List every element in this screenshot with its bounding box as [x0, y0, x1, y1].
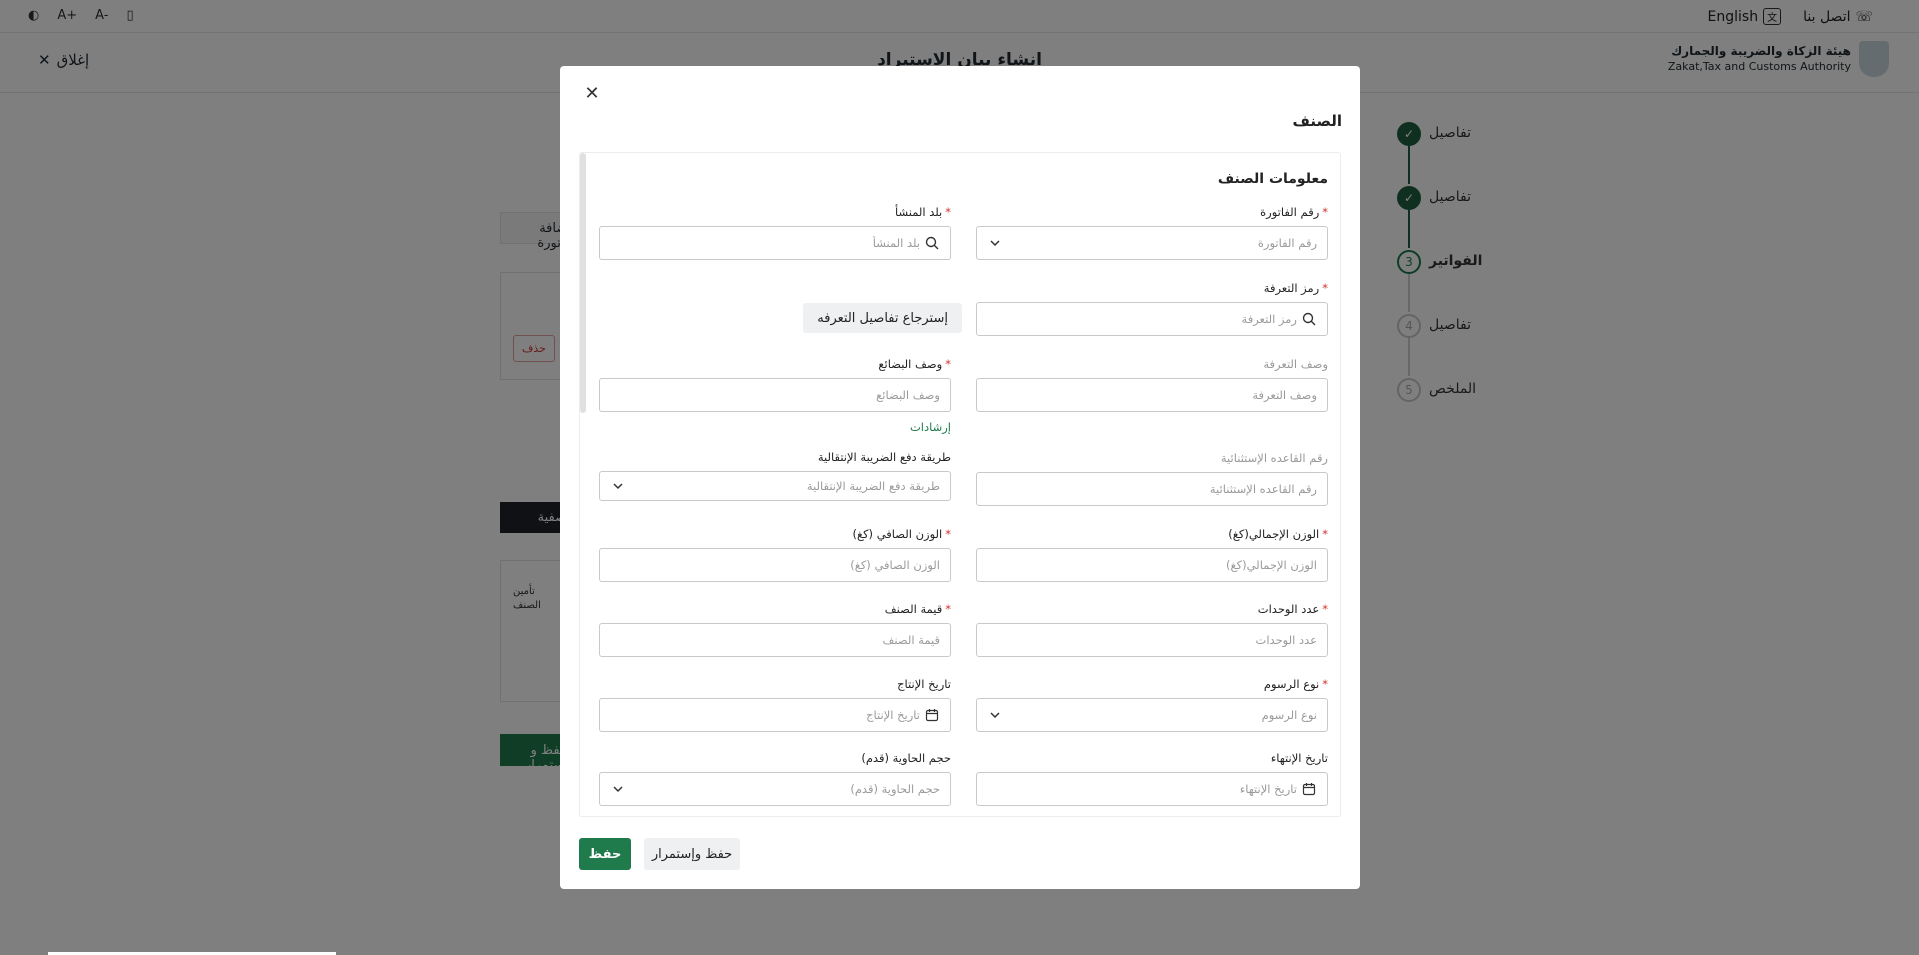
container-size-select[interactable]: حجم الحاوية (قدم) — [599, 772, 951, 806]
item-value-input[interactable]: قيمة الصنف — [599, 623, 951, 657]
placeholder: وصف البضائع — [876, 388, 940, 402]
required-mark: * — [1322, 677, 1328, 691]
placeholder: رقم الفاتورة — [1257, 236, 1317, 250]
item-value-label: *قيمة الصنف — [885, 602, 951, 616]
net-weight-input[interactable]: الوزن الصافي (كغ) — [599, 548, 951, 582]
modal-title: الصنف — [1292, 112, 1342, 130]
units-count-label: *عدد الوحدات — [1258, 602, 1328, 616]
placeholder: الوزن الصافي (كغ) — [850, 558, 940, 572]
placeholder: حجم الحاوية (قدم) — [850, 782, 940, 796]
required-mark: * — [945, 527, 951, 541]
search-icon — [1301, 311, 1317, 327]
placeholder: وصف التعرفة — [1252, 388, 1317, 402]
expiry-date-input[interactable]: تاريخ الإنتهاء — [976, 772, 1328, 806]
label-text: قيمة الصنف — [884, 602, 943, 616]
origin-country-search[interactable]: بلد المنشأ — [599, 226, 951, 260]
required-mark: * — [1322, 281, 1328, 295]
placeholder: نوع الرسوم — [1261, 708, 1317, 722]
required-mark: * — [1322, 527, 1328, 541]
chevron-down-icon — [987, 707, 1003, 723]
container-size-label: حجم الحاوية (قدم) — [861, 751, 951, 765]
gross-weight-label: *الوزن الإجمالي(كغ) — [1228, 527, 1328, 541]
required-mark: * — [1322, 205, 1328, 219]
retrieve-tariff-button[interactable]: إسترجاع تفاصيل التعرفه — [803, 303, 962, 333]
tariff-code-search[interactable]: رمز التعرفة — [976, 302, 1328, 336]
label-text: رقم الفاتورة — [1260, 205, 1320, 219]
units-count-input[interactable]: عدد الوحدات — [976, 623, 1328, 657]
chevron-down-icon — [610, 781, 626, 797]
invoice-number-label: *رقم الفاتورة — [1260, 205, 1328, 219]
label-text: بلد المنشأ — [894, 205, 943, 219]
goods-description-input[interactable]: وصف البضائع — [599, 378, 951, 412]
placeholder: بلد المنشأ — [872, 236, 920, 250]
section-title: معلومات الصنف — [1217, 171, 1328, 187]
save-button[interactable]: حفظ — [579, 838, 631, 870]
exception-rule-label: رقم القاعده الإستثنائية — [1220, 451, 1328, 465]
placeholder: تاريخ الإنتاج — [866, 708, 920, 722]
search-icon — [924, 235, 940, 251]
label-text: وصف البضائع — [878, 357, 943, 371]
required-mark: * — [945, 357, 951, 371]
placeholder: تاريخ الإنتهاء — [1239, 782, 1297, 796]
expiry-date-label: تاريخ الإنتهاء — [1270, 751, 1328, 765]
invoice-number-select[interactable]: رقم الفاتورة — [976, 226, 1328, 260]
item-modal: ✕ الصنف معلومات الصنف *رقم الفاتورة رقم … — [560, 66, 1360, 889]
gross-weight-input[interactable]: الوزن الإجمالي(كغ) — [976, 548, 1328, 582]
required-mark: * — [945, 205, 951, 219]
production-date-label: تاريخ الإنتاج — [897, 677, 951, 691]
scrollbar-thumb[interactable] — [580, 153, 586, 413]
label-text: رمز التعرفة — [1263, 281, 1320, 295]
label-text: الوزن الإجمالي(كغ) — [1228, 527, 1320, 541]
placeholder: عدد الوحدات — [1255, 633, 1317, 647]
origin-country-label: *بلد المنشأ — [895, 205, 951, 219]
fee-type-select[interactable]: نوع الرسوم — [976, 698, 1328, 732]
goods-description-label: *وصف البضائع — [878, 357, 951, 371]
fee-type-label: *نوع الرسوم — [1264, 677, 1328, 691]
transit-tax-method-select[interactable]: طريقة دفع الضريبة الإنتقالية — [599, 471, 951, 501]
placeholder: رقم القاعده الإستثنائية — [1209, 482, 1317, 496]
transit-tax-method-label: طريقة دفع الضريبة الإنتقالية — [817, 450, 951, 464]
guidelines-link[interactable]: إرشادات — [910, 420, 951, 434]
item-form: معلومات الصنف *رقم الفاتورة رقم الفاتورة… — [579, 152, 1341, 817]
chevron-down-icon — [610, 478, 626, 494]
close-icon[interactable]: ✕ — [582, 84, 602, 104]
label-text: نوع الرسوم — [1263, 677, 1320, 691]
tariff-description-input[interactable]: وصف التعرفة — [976, 378, 1328, 412]
label-text: عدد الوحدات — [1257, 602, 1320, 616]
save-and-continue-button[interactable]: حفظ وإستمرار — [644, 838, 740, 870]
required-mark: * — [945, 602, 951, 616]
placeholder: طريقة دفع الضريبة الإنتقالية — [806, 479, 940, 493]
calendar-icon[interactable] — [924, 707, 940, 723]
placeholder: رمز التعرفة — [1241, 312, 1297, 326]
tariff-code-label: *رمز التعرفة — [1264, 281, 1328, 295]
placeholder: قيمة الصنف — [882, 633, 940, 647]
chevron-down-icon — [987, 235, 1003, 251]
net-weight-label: *الوزن الصافي (كغ) — [852, 527, 951, 541]
exception-rule-input[interactable]: رقم القاعده الإستثنائية — [976, 472, 1328, 506]
label-text: الوزن الصافي (كغ) — [852, 527, 943, 541]
placeholder: الوزن الإجمالي(كغ) — [1226, 558, 1317, 572]
required-mark: * — [1322, 602, 1328, 616]
tariff-description-label: وصف التعرفة — [1263, 357, 1328, 371]
production-date-input[interactable]: تاريخ الإنتاج — [599, 698, 951, 732]
calendar-icon[interactable] — [1301, 781, 1317, 797]
